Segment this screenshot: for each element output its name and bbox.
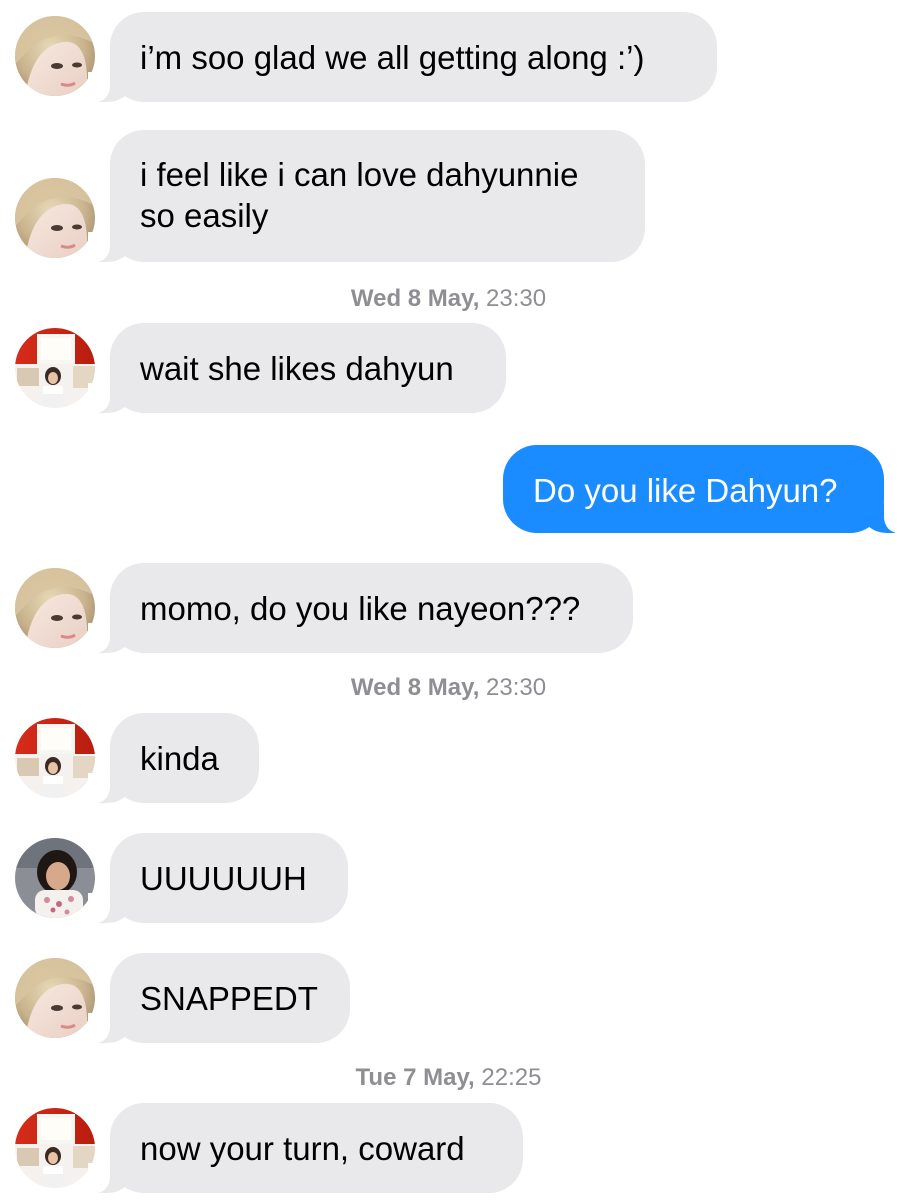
message-bubble[interactable]: now your turn, coward [88,1103,523,1193]
blonde-avatar[interactable] [15,958,95,1038]
message-text: wait she likes dahyun [140,350,454,387]
message-bubble-outgoing[interactable]: Do you like Dahyun? [503,445,897,533]
dark-hair-avatar-image [15,838,95,918]
timestamp: Wed 8 May, 23:30 [0,284,897,314]
blonde-avatar-image [15,568,95,648]
message-text: momo, do you like nayeon??? [140,590,581,627]
red-room-avatar[interactable] [15,328,95,408]
message-bubble[interactable]: wait she likes dahyun [88,323,506,413]
message-text: kinda [140,740,219,777]
message-text-line-1: i feel like i can love dahyunnie [140,156,579,193]
timestamp-day: Wed 8 May, [350,674,480,701]
message-bubble[interactable]: i’m soo glad we all getting along :’) [88,12,717,102]
message-bubble[interactable]: UUUUUUH [88,833,348,923]
message-text: Do you like Dahyun? [533,472,838,509]
red-room-avatar[interactable] [15,718,95,798]
red-room-avatar-image [15,1108,95,1188]
blonde-avatar-image [15,16,95,96]
blonde-avatar[interactable] [15,178,95,258]
message-bubble[interactable]: i feel like i can love dahyunnie so easi… [88,130,645,262]
message-bubble[interactable]: SNAPPEDT [88,953,350,1043]
red-room-avatar-image [15,718,95,798]
timestamp-time: 23:30 [486,674,547,701]
timestamp-time: 23:30 [486,285,547,312]
red-room-avatar-image [15,328,95,408]
timestamp-day: Wed 8 May, [350,285,480,312]
message-text: SNAPPEDT [140,980,318,1017]
timestamp-time: 22:25 [481,1064,542,1091]
timestamp: Wed 8 May, 23:30 [0,673,897,703]
red-room-avatar[interactable] [15,1108,95,1188]
message-bubble[interactable]: momo, do you like nayeon??? [88,563,633,653]
dark-hair-avatar[interactable] [15,838,95,918]
message-text: now your turn, coward [140,1130,465,1167]
timestamp-day: Tue 7 May, [355,1064,475,1091]
message-text: UUUUUUH [140,860,307,897]
message-text: i’m soo glad we all getting along :’) [140,39,645,76]
blonde-avatar-image [15,178,95,258]
blonde-avatar-image [15,958,95,1038]
timestamp: Tue 7 May, 22:25 [0,1063,897,1093]
blonde-avatar[interactable] [15,568,95,648]
blonde-avatar[interactable] [15,16,95,96]
message-bubble[interactable]: kinda [88,713,259,803]
message-text-line-2: so easily [140,197,269,234]
